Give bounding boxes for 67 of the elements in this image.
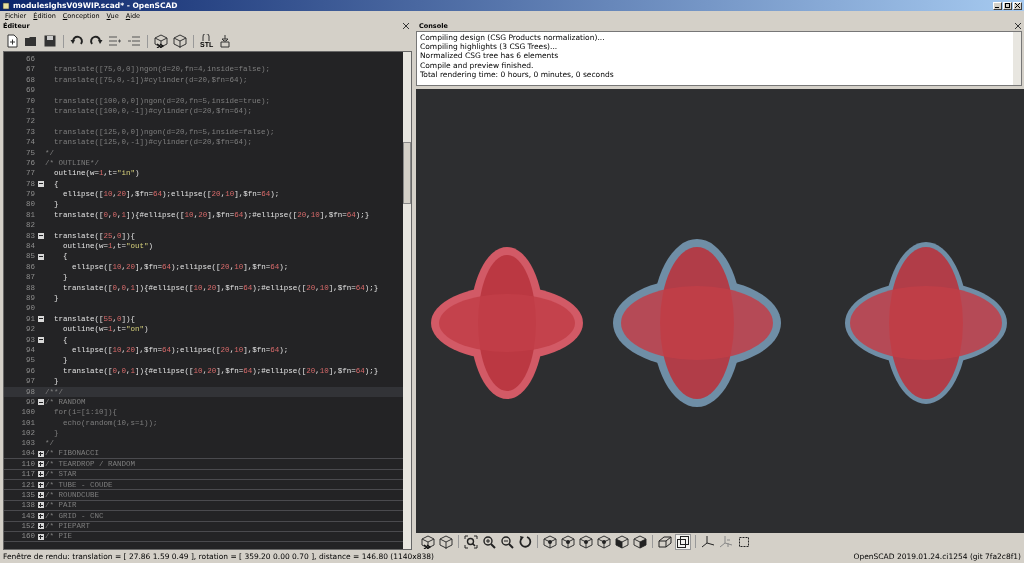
circular-arrow-icon [518, 534, 532, 549]
maximize-button[interactable] [1003, 1, 1012, 10]
cube-face-icon [615, 534, 629, 549]
expand-icon[interactable] [37, 533, 44, 540]
toolbar-button[interactable] [542, 533, 558, 550]
toolbar-button[interactable] [153, 33, 169, 49]
collapse-icon[interactable] [37, 315, 44, 322]
toolbar-button[interactable] [481, 533, 497, 550]
indent-icon [108, 34, 122, 48]
toolbar-button[interactable] [420, 533, 436, 550]
expand-icon[interactable] [37, 481, 44, 488]
toolbar-button[interactable] [560, 533, 576, 550]
cube-view-icon [579, 534, 593, 549]
expand-icon[interactable] [37, 512, 44, 519]
toolbar-button[interactable] [632, 533, 648, 550]
3d-viewport[interactable] [416, 89, 1024, 533]
zoom-out-icon [500, 534, 514, 549]
toolbar-button[interactable] [614, 533, 630, 550]
toolbar-button[interactable] [42, 33, 58, 49]
scrollbar[interactable] [1013, 32, 1021, 85]
orthogonal-box-icon [676, 534, 690, 549]
collapse-icon[interactable] [37, 232, 44, 239]
zoom-in-icon [482, 534, 496, 549]
close-icon[interactable] [403, 23, 409, 29]
expand-icon[interactable] [37, 502, 44, 509]
cube-view-icon [597, 534, 611, 549]
zoom-fit-icon [464, 534, 478, 549]
collapse-icon[interactable] [37, 253, 44, 260]
cube-icon [173, 34, 187, 48]
toolbar-button[interactable] [657, 533, 673, 550]
cube-view-icon [543, 534, 557, 549]
scrollbar[interactable] [403, 52, 411, 549]
perspective-box-icon [658, 534, 672, 549]
app-icon [2, 1, 10, 10]
minimize-button[interactable] [993, 1, 1002, 10]
expand-icon[interactable] [37, 492, 44, 499]
cube-arrows-icon [421, 534, 435, 549]
toolbar-button[interactable] [675, 533, 691, 550]
expand-icon[interactable] [37, 460, 44, 467]
expand-icon[interactable] [37, 471, 44, 478]
scale-axes-icon [719, 534, 733, 549]
toolbar-button[interactable] [499, 533, 515, 550]
toolbar-button[interactable] [4, 33, 20, 49]
maximize-icon [1005, 3, 1010, 8]
curve-icon [201, 34, 212, 41]
toolbar-button[interactable] [463, 533, 479, 550]
collapse-icon[interactable] [37, 180, 44, 187]
expand-icon[interactable] [37, 523, 44, 530]
collapse-icon[interactable] [37, 399, 44, 406]
toolbar-button[interactable] [578, 533, 594, 550]
close-icon [1015, 3, 1020, 8]
printer-icon [218, 34, 233, 48]
expand-icon[interactable] [37, 450, 44, 457]
cube-arrows-icon [154, 34, 168, 48]
close-button[interactable] [1013, 1, 1022, 10]
toolbar-button[interactable] [596, 533, 612, 550]
cube-icon [439, 534, 453, 549]
toolbar-button[interactable] [517, 533, 533, 550]
new-file-icon [5, 34, 19, 48]
edges-icon [737, 534, 751, 549]
unindent-icon [127, 34, 141, 48]
cube-face-icon [633, 534, 647, 549]
folder-icon [24, 34, 38, 48]
collapse-icon[interactable] [37, 336, 44, 343]
cube-view-icon [561, 534, 575, 549]
axes-icon [701, 534, 715, 549]
close-icon[interactable] [1015, 23, 1021, 29]
